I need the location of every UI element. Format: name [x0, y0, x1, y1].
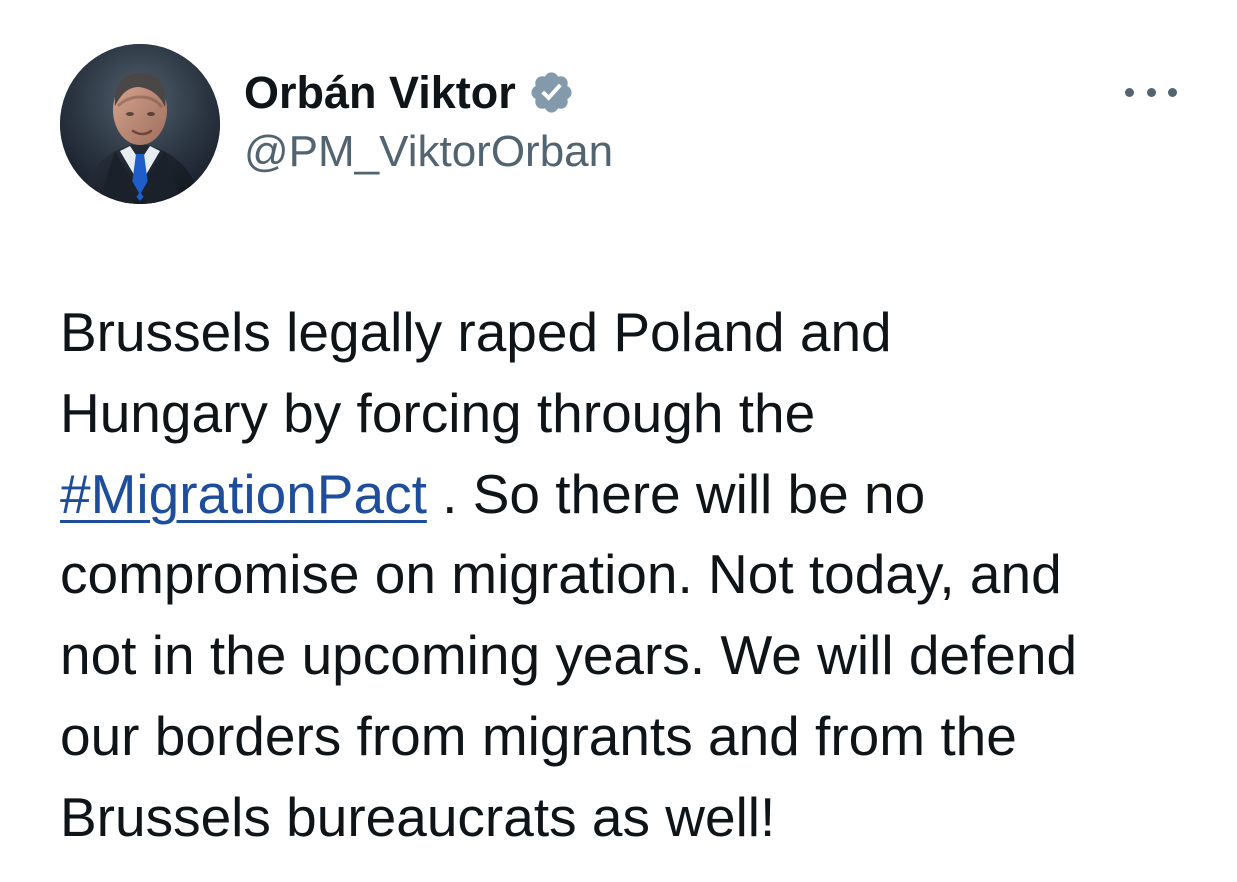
more-options-icon: [1146, 87, 1156, 97]
author-avatar[interactable]: [60, 44, 220, 204]
author-display-name[interactable]: Orbán Viktor: [244, 70, 516, 115]
tweet-line: not in the upcoming years. We will defen…: [60, 615, 1190, 696]
tweet-text-segment: compromise on migration. Not today, and: [60, 543, 1062, 606]
more-options-button[interactable]: [1125, 83, 1177, 101]
more-options-icon: [1168, 87, 1177, 97]
tweet-line: our borders from migrants and from the: [60, 696, 1190, 777]
tweet-line: #MigrationPact . So there will be no: [60, 454, 1190, 535]
tweet-text-segment: our borders from migrants and from the: [60, 704, 1017, 767]
more-options-icon: [1125, 87, 1134, 97]
tweet-line: Brussels legally raped Poland and: [60, 292, 1190, 373]
author-name-row: Orbán Viktor: [244, 64, 613, 120]
author-handle[interactable]: @PM_ViktorOrban: [244, 130, 613, 174]
migration-pact-hashtag-link[interactable]: #MigrationPact: [60, 463, 427, 525]
tweet-text-segment: not in the upcoming years. We will defen…: [60, 624, 1078, 687]
tweet-text: Brussels legally raped Poland and Hungar…: [60, 292, 1190, 858]
tweet-text-segment: Hungary by forcing through the: [60, 381, 816, 444]
author-identity: Orbán Viktor @PM_ViktorOrban: [244, 64, 613, 174]
tweet-line: Hungary by forcing through the: [60, 373, 1190, 454]
tweet-header: Orbán Viktor @PM_ViktorOrban: [60, 44, 1183, 204]
tweet-text-segment: Brussels bureaucrats as well!: [60, 785, 776, 848]
verified-badge-icon: [531, 71, 572, 113]
tweet-text-segment: Brussels legally raped Poland and: [60, 301, 892, 363]
tweet-text-segment: . So there will be no: [426, 462, 926, 525]
tweet-card: Orbán Viktor @PM_ViktorOrban Brussels le…: [0, 0, 1237, 882]
profile-photo: [60, 44, 220, 204]
tweet-line: Brussels bureaucrats as well!: [60, 777, 1190, 858]
tweet-line: compromise on migration. Not today, and: [60, 534, 1190, 615]
